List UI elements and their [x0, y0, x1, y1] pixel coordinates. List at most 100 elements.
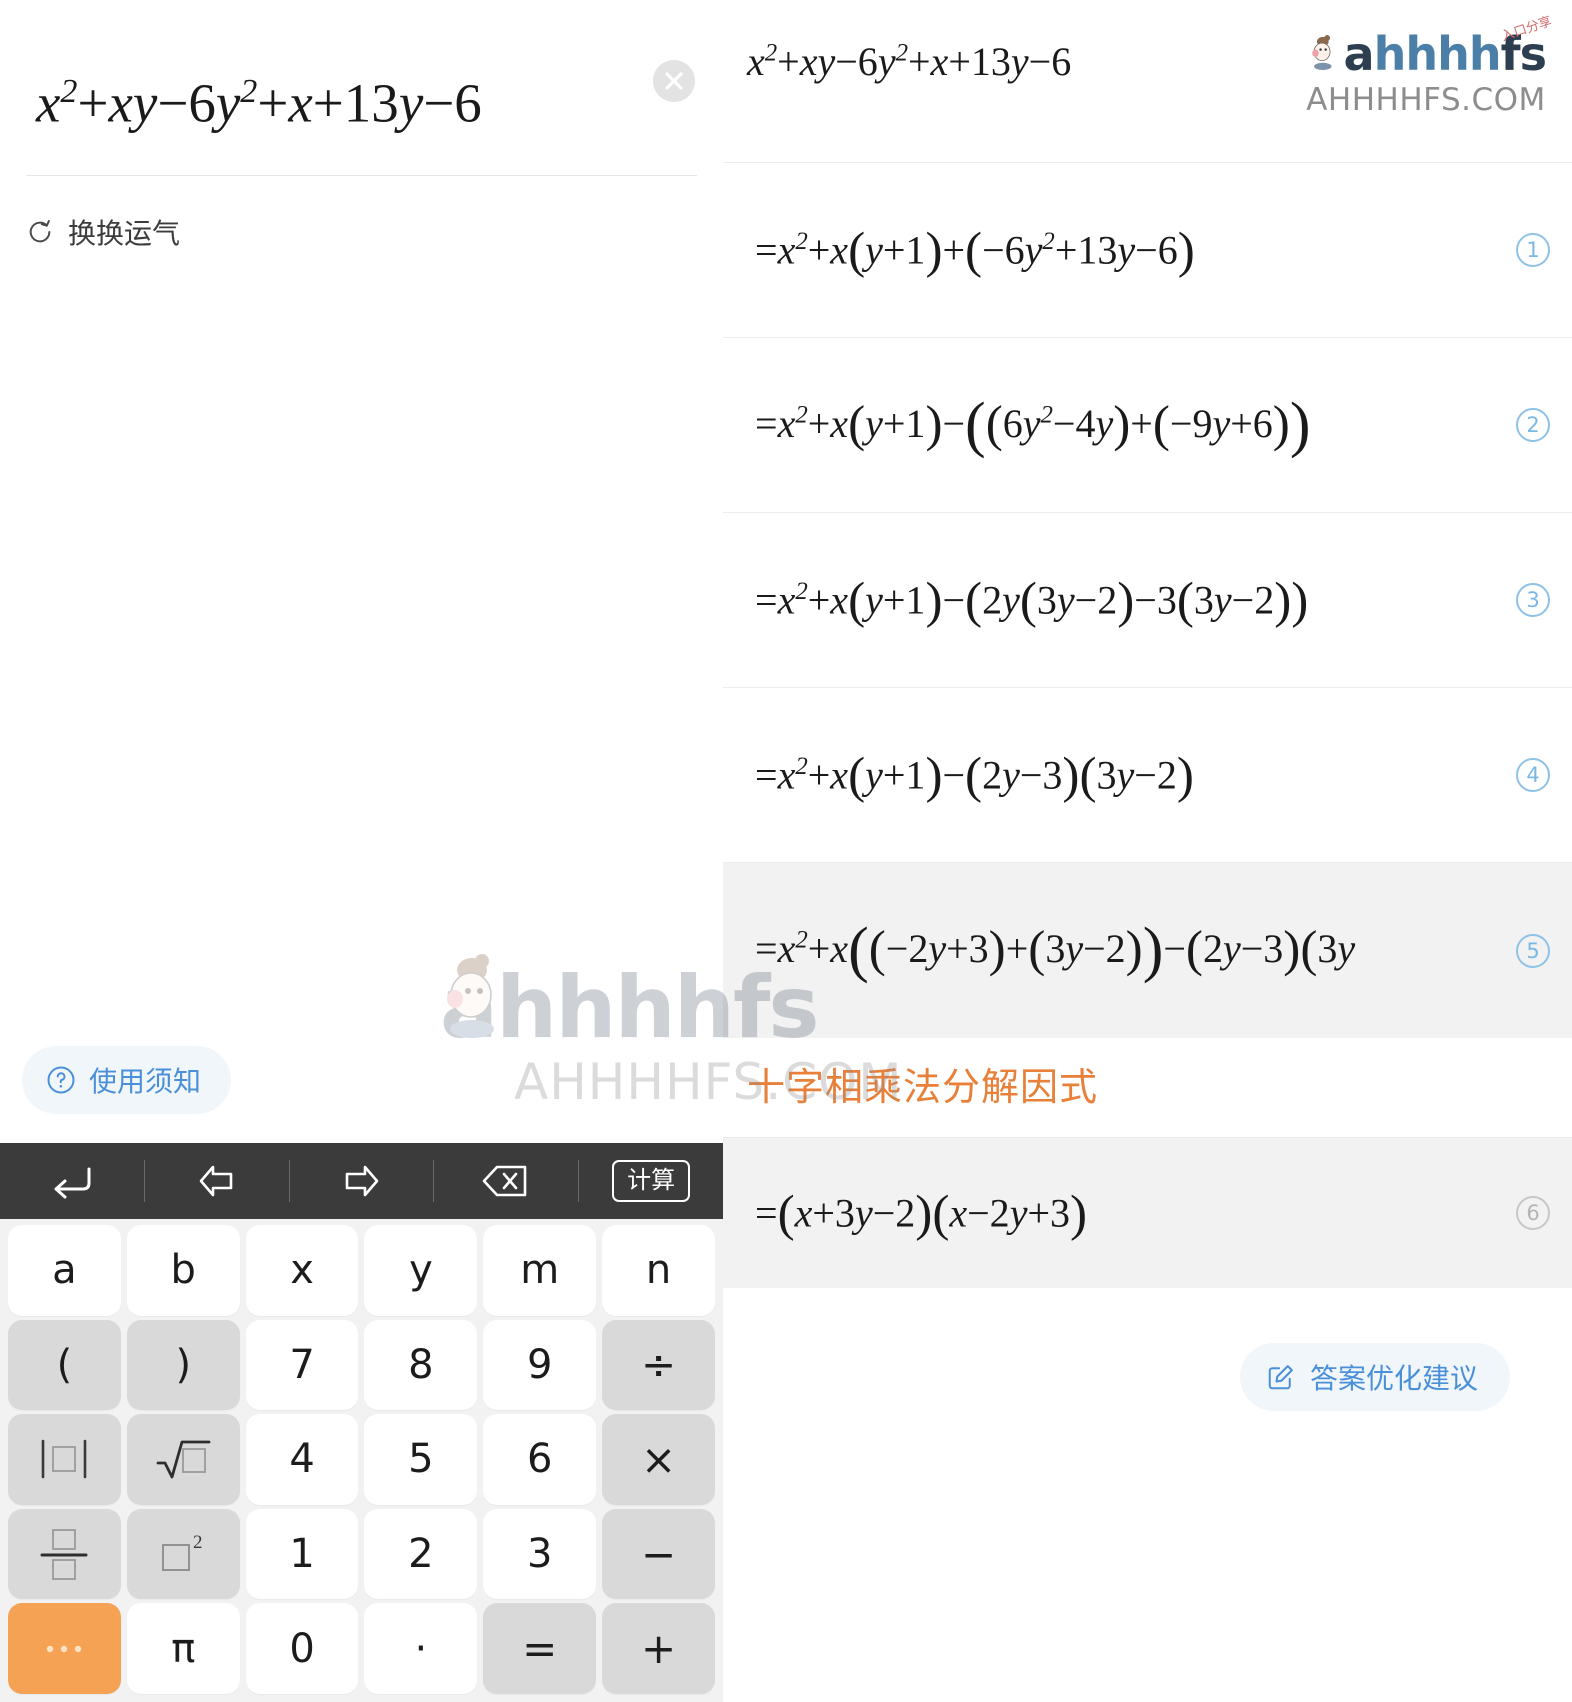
key-label: 0 [289, 1625, 315, 1672]
brand-domain: AHHHHFS.COM [1306, 82, 1546, 118]
square-power-icon: 2 [162, 1532, 203, 1572]
key-fraction[interactable] [8, 1508, 121, 1600]
key-2[interactable]: 2 [364, 1508, 478, 1600]
key-label: = [522, 1624, 558, 1674]
key-7[interactable]: 7 [245, 1319, 359, 1411]
key-label: y [409, 1247, 433, 1294]
fraction-icon [40, 1529, 88, 1580]
keyboard-row: ( ) 7 8 9 ÷ [4, 1319, 719, 1411]
step-expression: =x2+x(y+1)+(−6y2+13y−6) [755, 221, 1195, 279]
key-equals[interactable]: = [483, 1603, 597, 1694]
factoring-method-row: 十字相乘法分解因式 [723, 1038, 1572, 1138]
key-label: · [414, 1625, 428, 1672]
key-label: ) [175, 1341, 192, 1388]
key-close-paren[interactable]: ) [126, 1319, 240, 1411]
calculate-button[interactable]: 计算 [579, 1143, 723, 1219]
answer-number-badge: 6 [1516, 1196, 1550, 1230]
key-square[interactable]: 2 [126, 1508, 240, 1600]
brand-word-a: a [1343, 27, 1375, 81]
key-label: n [645, 1247, 672, 1294]
solution-step-4[interactable]: =x2+x(y+1)−(2y−3)(3y−2) 4 [723, 688, 1572, 863]
key-label: ( [56, 1341, 73, 1388]
key-n[interactable]: n [602, 1225, 715, 1316]
square-root-icon [156, 1441, 211, 1479]
keyboard-row: a b x y m n [4, 1225, 719, 1316]
brand-word-b: hhhh [1373, 27, 1502, 81]
key-1[interactable]: 1 [245, 1508, 359, 1600]
answer-suggestion-button[interactable]: 答案优化建议 [1239, 1343, 1510, 1411]
key-4[interactable]: 4 [245, 1414, 359, 1505]
key-y[interactable]: y [364, 1225, 478, 1316]
cursor-left-key[interactable] [145, 1143, 289, 1219]
arrow-right-icon [346, 1165, 379, 1197]
key-9[interactable]: 9 [483, 1319, 597, 1411]
svg-text:2: 2 [193, 1532, 203, 1553]
key-0[interactable]: 0 [245, 1603, 359, 1694]
key-8[interactable]: 8 [364, 1319, 478, 1411]
key-m[interactable]: m [483, 1225, 597, 1316]
key-label: 8 [408, 1341, 434, 1388]
key-pi[interactable]: π [126, 1603, 240, 1694]
key-more[interactable] [8, 1603, 121, 1694]
more-dots-icon [47, 1645, 82, 1652]
step-expression: =x2+x(y+1)−((6y2−4y)+(−9y+6)) [755, 390, 1311, 459]
final-answer-expression: =(x+3y−2)(x−2y+3) [755, 1184, 1088, 1242]
key-label: b [170, 1247, 196, 1294]
usage-notice-button[interactable]: 使用须知 [22, 1046, 232, 1114]
return-arrow-icon [54, 1167, 91, 1199]
key-open-paren[interactable]: ( [8, 1319, 121, 1411]
close-circle-icon [653, 60, 695, 102]
solution-step-2[interactable]: =x2+x(y+1)−((6y2−4y)+(−9y+6)) 2 [723, 338, 1572, 513]
calculate-label: 计算 [612, 1160, 691, 1202]
keyboard-row: 2 1 2 3 − [4, 1508, 719, 1600]
keyboard-toolbar: 计算 ahhhhfs AHHHHFS.COM [0, 1143, 723, 1219]
brand-logo: ahhhhfs AHHHHFS.COM 入口分享 [1306, 14, 1553, 118]
clear-input-button[interactable] [653, 60, 695, 102]
key-minus[interactable]: − [602, 1508, 715, 1600]
key-plus[interactable]: + [602, 1603, 715, 1694]
factoring-method-label: 十字相乘法分解因式 [747, 1065, 1099, 1109]
key-label: 3 [527, 1531, 553, 1578]
step-number-badge: 1 [1516, 233, 1550, 267]
solution-header: x2+xy−6y2+x+13y−6 ahhhhfs AHHHHFS.COM 入口… [723, 0, 1572, 163]
solution-problem-expression: x2+xy−6y2+x+13y−6 [747, 39, 1072, 84]
edit-square-icon [1268, 1365, 1293, 1390]
key-3[interactable]: 3 [483, 1508, 597, 1600]
key-label: 5 [408, 1436, 434, 1483]
key-6[interactable]: 6 [483, 1414, 597, 1505]
key-label: 9 [527, 1341, 553, 1388]
key-a[interactable]: a [8, 1225, 121, 1316]
step-expression: =x2+x((−2y+3)+(3y−2))−(2y−3)(3y [755, 916, 1356, 984]
solution-step-3[interactable]: =x2+x(y+1)−(2y(3y−2)−3(3y−2)) 3 [723, 513, 1572, 688]
expression-input-area[interactable]: x2+xy−6y2+x+13y−6 [0, 0, 723, 175]
final-answer-row[interactable]: =(x+3y−2)(x−2y+3) 6 [723, 1138, 1572, 1288]
key-label: a [52, 1247, 77, 1294]
cursor-right-key[interactable] [290, 1143, 434, 1219]
step-number-badge: 3 [1516, 583, 1550, 617]
key-label: × [640, 1434, 677, 1484]
solution-step-1[interactable]: =x2+x(y+1)+(−6y2+13y−6) 1 [723, 163, 1572, 338]
solution-panel: x2+xy−6y2+x+13y−6 ahhhhfs AHHHHFS.COM 入口… [723, 0, 1572, 1702]
key-5[interactable]: 5 [364, 1414, 478, 1505]
refresh-icon [29, 220, 51, 243]
brand-mascot-icon [1312, 35, 1332, 71]
key-label: ÷ [640, 1340, 677, 1390]
try-luck-button[interactable]: 换换运气 [0, 176, 180, 252]
key-x[interactable]: x [245, 1225, 359, 1316]
key-decimal-point[interactable]: · [364, 1603, 478, 1694]
key-square-root[interactable] [126, 1414, 240, 1505]
key-b[interactable]: b [126, 1225, 240, 1316]
key-label: 7 [289, 1341, 315, 1388]
key-label: π [171, 1625, 196, 1672]
enter-key[interactable] [0, 1143, 144, 1219]
key-divide[interactable]: ÷ [602, 1319, 715, 1411]
step-expression: =x2+x(y+1)−(2y(3y−2)−3(3y−2)) [755, 571, 1309, 629]
step-number-badge: 4 [1516, 758, 1550, 792]
backspace-key[interactable] [434, 1143, 578, 1219]
app-screen: x2+xy−6y2+x+13y−6 换换运气 使用须知 计算 a b x y m… [0, 0, 1572, 1702]
key-absolute-value[interactable] [8, 1414, 121, 1505]
watermark-mascot-icon [447, 954, 494, 1038]
key-multiply[interactable]: × [602, 1414, 715, 1505]
keyboard-row: π 0 · = + [4, 1603, 719, 1694]
solution-step-5[interactable]: =x2+x((−2y+3)+(3y−2))−(2y−3)(3y 5 ahhhhf… [723, 863, 1572, 1038]
